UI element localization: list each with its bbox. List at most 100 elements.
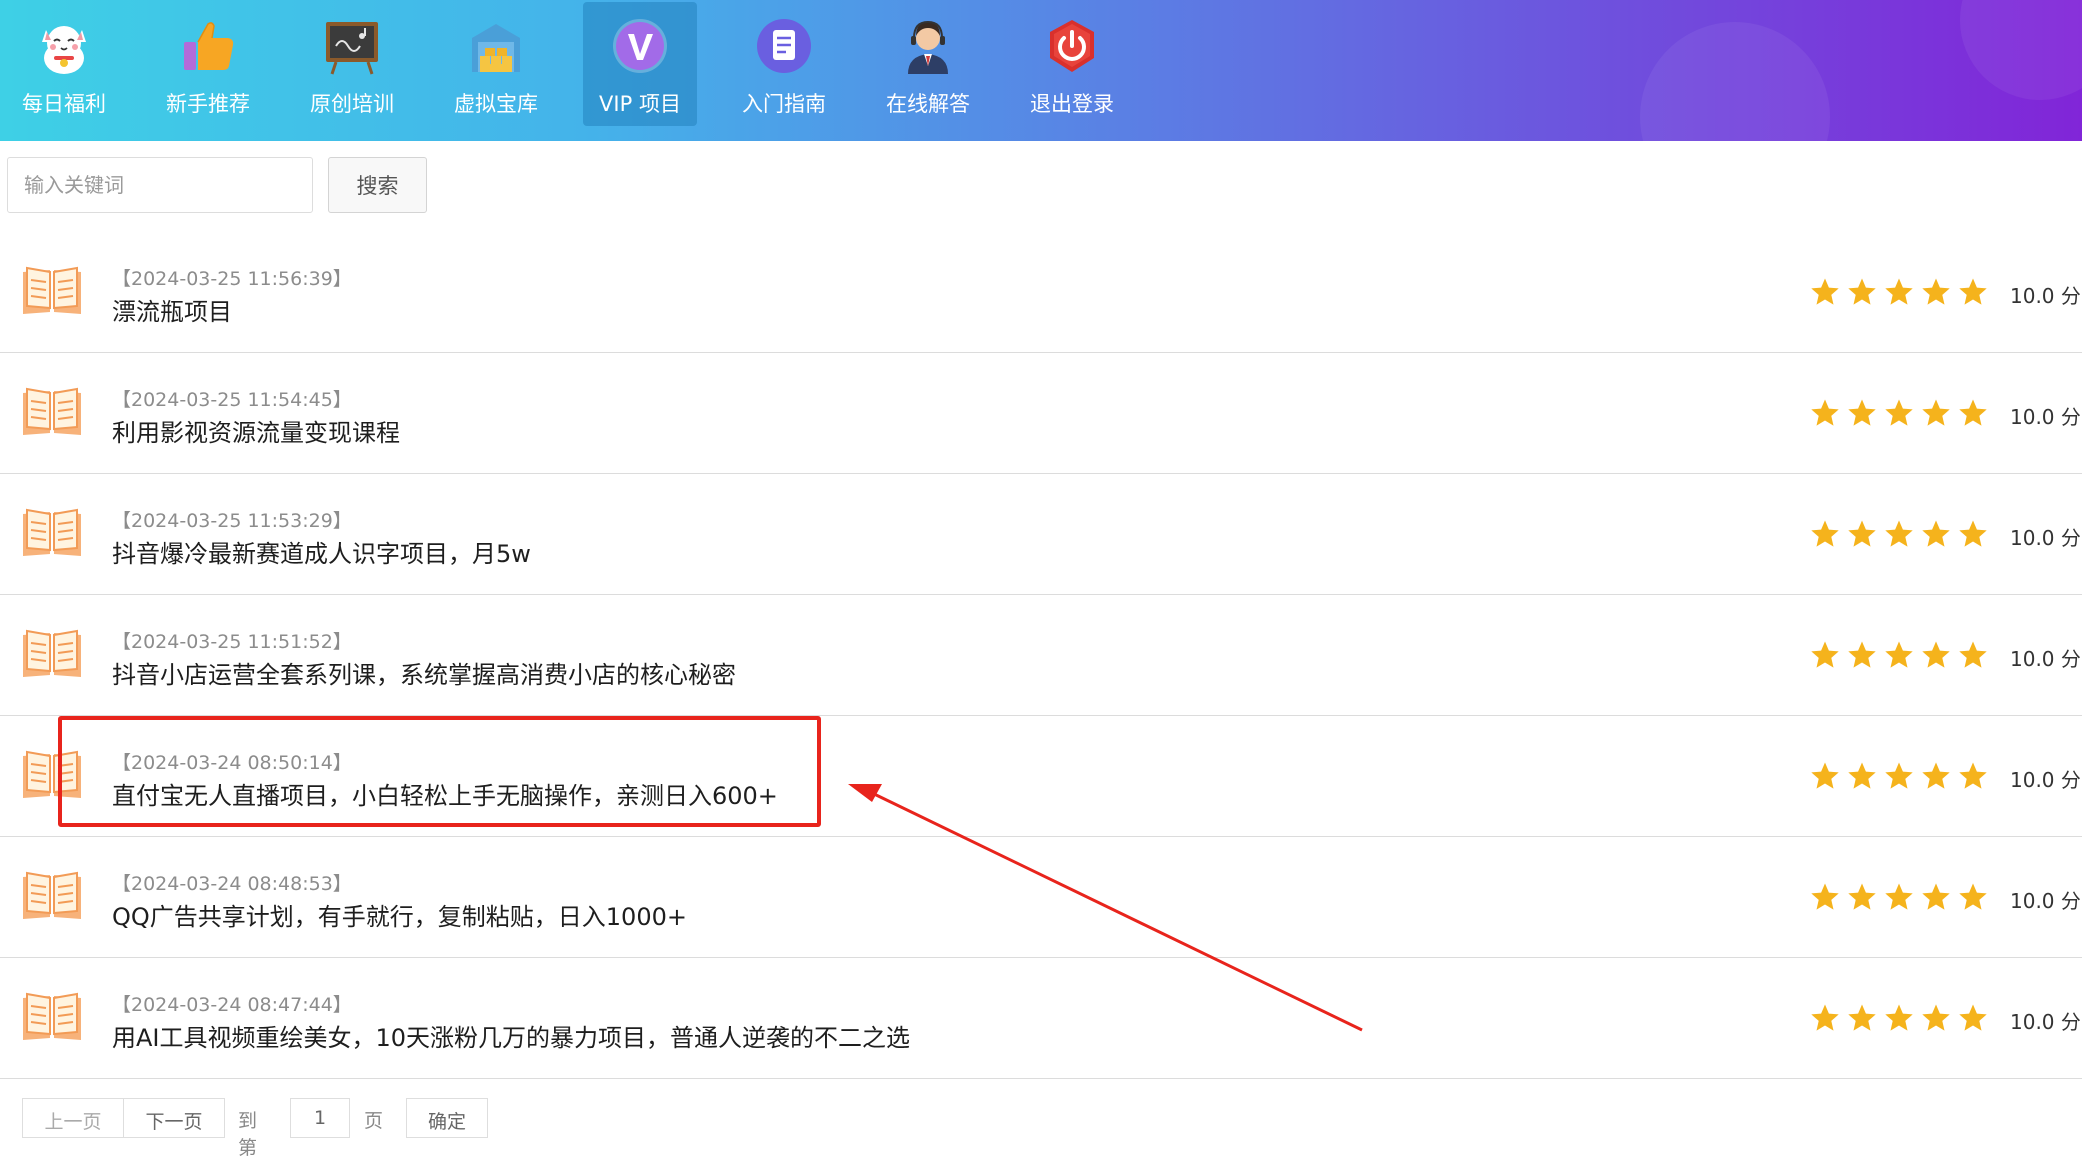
nav-item-label: 新手推荐 (166, 92, 250, 116)
item-date: 【2024-03-24 08:47:44】 (112, 994, 352, 1016)
item-score: 10.0 分 (2010, 526, 2081, 550)
search-button[interactable]: 搜索 (328, 157, 427, 213)
search-input[interactable] (7, 157, 313, 213)
nav-item-daily-welfare[interactable]: 每日福利 (7, 2, 121, 126)
star-rating (1810, 398, 1988, 432)
item-score: 10.0 分 (2010, 405, 2081, 429)
nav-item-beginner-recommend[interactable]: 新手推荐 (151, 2, 265, 126)
star-icon (1848, 883, 1876, 910)
item-score: 10.0 分 (2010, 284, 2081, 308)
item-date: 【2024-03-25 11:56:39】 (112, 268, 352, 290)
star-icon (1922, 278, 1950, 305)
star-icon (1959, 762, 1987, 789)
book-icon (23, 387, 81, 435)
star-icon (1959, 1004, 1987, 1031)
star-icon (1885, 399, 1913, 426)
nav-item-label: 入门指南 (742, 92, 826, 116)
thumbs-up-icon (184, 22, 234, 70)
lucky-cat-icon (42, 26, 86, 74)
vip-badge-icon (613, 19, 667, 73)
star-icon (1848, 399, 1876, 426)
star-icon (1885, 641, 1913, 668)
item-date: 【2024-03-25 11:53:29】 (112, 510, 352, 532)
item-title[interactable]: 抖音爆冷最新赛道成人识字项目，月5w (112, 534, 531, 569)
star-icon (1885, 278, 1913, 305)
star-icon (1922, 399, 1950, 426)
star-icon (1885, 1004, 1913, 1031)
list-item[interactable]: 【2024-03-25 11:54:45】 利用影视资源流量变现课程 10.0 分 (0, 353, 2082, 474)
item-score: 10.0 分 (2010, 1010, 2081, 1034)
item-score: 10.0 分 (2010, 889, 2081, 913)
star-icon (1959, 883, 1987, 910)
star-icon (1922, 883, 1950, 910)
item-title[interactable]: 直付宝无人直播项目，小白轻松上手无脑操作，亲测日入600+ (112, 776, 778, 811)
item-date: 【2024-03-24 08:50:14】 (112, 752, 352, 774)
list-item[interactable]: 【2024-03-24 08:48:53】 QQ广告共享计划，有手就行，复制粘贴，… (0, 837, 2082, 958)
list-item[interactable]: 【2024-03-25 11:53:29】 抖音爆冷最新赛道成人识字项目，月5w 1… (0, 474, 2082, 595)
item-date: 【2024-03-25 11:54:45】 (112, 389, 352, 411)
nav-item-label: 退出登录 (1030, 92, 1114, 116)
list-item[interactable]: 【2024-03-24 08:50:14】 直付宝无人直播项目，小白轻松上手无脑操… (0, 716, 2082, 837)
prev-page-button[interactable]: 上一页 (22, 1098, 124, 1138)
item-title[interactable]: 利用影视资源流量变现课程 (112, 413, 400, 448)
star-icon (1811, 399, 1839, 426)
top-navigation-bar: 每日福利 新手推荐 原创培训 虚拟宝库 VIP 项目 入门指南 在线解答 退出登… (0, 0, 2082, 141)
nav-item-logout[interactable]: 退出登录 (1015, 2, 1129, 126)
star-icon (1811, 520, 1839, 547)
book-icon (23, 266, 81, 314)
confirm-page-button[interactable]: 确定 (406, 1098, 488, 1138)
item-score: 10.0 分 (2010, 768, 2081, 792)
star-rating (1810, 519, 1988, 553)
nav-item-virtual-treasury[interactable]: 虚拟宝库 (439, 2, 553, 126)
item-title[interactable]: 漂流瓶项目 (112, 292, 232, 327)
star-icon (1811, 883, 1839, 910)
list-item[interactable]: 【2024-03-25 11:56:39】 漂流瓶项目 10.0 分 (0, 232, 2082, 353)
star-icon (1922, 520, 1950, 547)
item-title[interactable]: QQ广告共享计划，有手就行，复制粘贴，日入1000+ (112, 897, 687, 932)
star-icon (1959, 278, 1987, 305)
star-rating (1810, 882, 1988, 916)
nav-item-online-answers[interactable]: 在线解答 (871, 2, 985, 126)
nav-item-original-training[interactable]: 原创培训 (295, 2, 409, 126)
book-icon (23, 629, 81, 677)
project-list: 【2024-03-25 11:56:39】 漂流瓶项目 10.0 分 【2024-0… (0, 232, 2082, 1079)
item-date: 【2024-03-25 11:51:52】 (112, 631, 352, 653)
star-icon (1811, 641, 1839, 668)
star-icon (1811, 762, 1839, 789)
star-icon (1811, 1004, 1839, 1031)
star-icon (1848, 520, 1876, 547)
star-icon (1811, 278, 1839, 305)
book-icon (23, 871, 81, 919)
item-date: 【2024-03-24 08:48:53】 (112, 873, 352, 895)
page-number-input[interactable]: 1 (290, 1098, 350, 1138)
star-icon (1848, 1004, 1876, 1031)
star-icon (1922, 1004, 1950, 1031)
nav-item-label: 在线解答 (886, 92, 970, 116)
next-page-button[interactable]: 下一页 (123, 1098, 225, 1138)
power-icon (1050, 20, 1094, 72)
star-icon (1922, 641, 1950, 668)
book-icon (23, 508, 81, 556)
book-icon (23, 750, 81, 798)
list-item[interactable]: 【2024-03-24 08:47:44】 用AI工具视频重绘美女，10天涨粉几万… (0, 958, 2082, 1079)
star-rating (1810, 640, 1988, 674)
item-title[interactable]: 用AI工具视频重绘美女，10天涨粉几万的暴力项目，普通人逆袭的不二之选 (112, 1018, 910, 1053)
nav-item-getting-started[interactable]: 入门指南 (727, 2, 841, 126)
star-icon (1922, 762, 1950, 789)
background-decoration (1640, 22, 1830, 141)
star-icon (1959, 641, 1987, 668)
background-decoration (1960, 0, 2082, 100)
star-icon (1848, 278, 1876, 305)
star-rating (1810, 277, 1988, 311)
item-score: 10.0 分 (2010, 647, 2081, 671)
star-icon (1885, 520, 1913, 547)
star-icon (1848, 762, 1876, 789)
nav-item-vip-projects[interactable]: VIP 项目 (583, 2, 697, 126)
item-title[interactable]: 抖音小店运营全套系列课，系统掌握高消费小店的核心秘密 (112, 655, 736, 690)
nav-item-label: 每日福利 (22, 92, 106, 116)
list-item[interactable]: 【2024-03-25 11:51:52】 抖音小店运营全套系列课，系统掌握高消费… (0, 595, 2082, 716)
support-agent-icon (908, 20, 948, 74)
page-suffix-label: 页 (364, 1110, 384, 1132)
nav-item-label: 虚拟宝库 (454, 92, 538, 116)
warehouse-icon (472, 24, 520, 72)
